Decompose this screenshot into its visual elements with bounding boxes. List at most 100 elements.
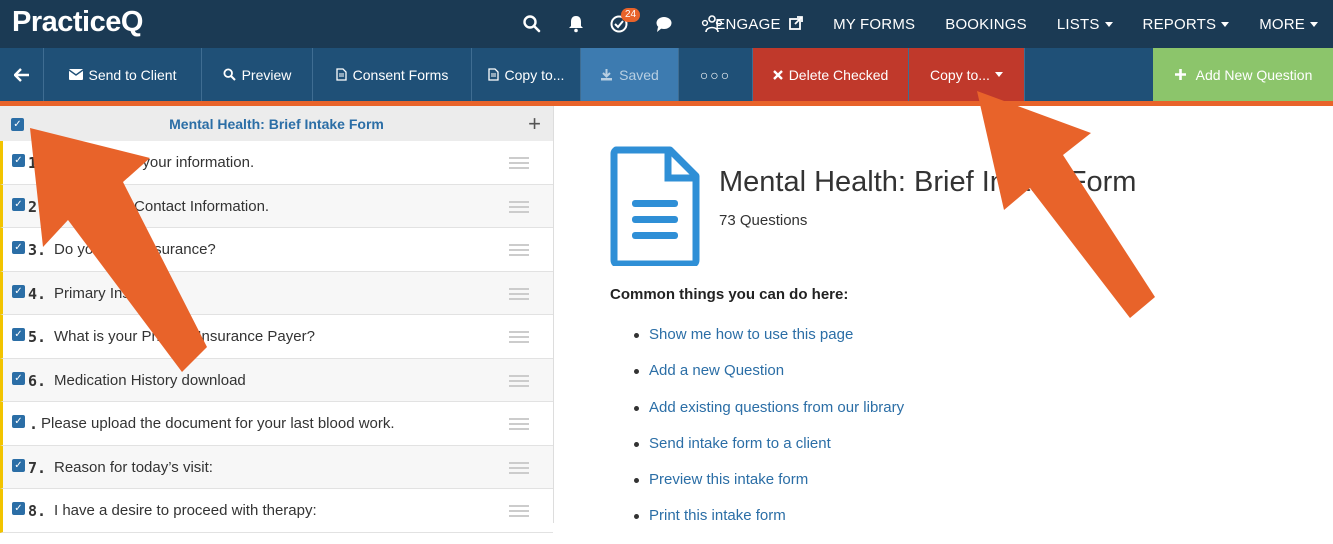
help-link[interactable]: Add existing questions from our library — [633, 399, 904, 435]
question-number: 8. — [28, 502, 47, 520]
add-new-question-label: Add New Question — [1195, 66, 1313, 83]
question-number: 2. — [28, 197, 47, 216]
help-link[interactable]: Print this intake form — [633, 507, 904, 543]
delete-checked-label: Delete Checked — [788, 66, 889, 83]
question-checkbox[interactable]: ✓ — [12, 502, 25, 515]
preview-label: Preview — [241, 66, 292, 83]
drag-handle-icon[interactable] — [509, 200, 529, 213]
question-count: 73 Questions — [719, 212, 808, 229]
question-text: Emergency Contact Information. — [54, 197, 270, 215]
nav-bookings[interactable]: BOOKINGS — [930, 16, 1042, 33]
caret-down-icon — [1221, 22, 1230, 28]
add-new-question-button[interactable]: Add New Question — [1153, 48, 1333, 101]
form-toolbar: Send to Client Preview Consent Forms Cop… — [0, 48, 1333, 101]
question-row[interactable]: ✓ 5. What is your Primary Insurance Payer? — [0, 315, 553, 359]
common-actions-heading: Common things you can do here: — [610, 286, 849, 303]
search-icon — [223, 68, 236, 81]
question-text: Please upload the document for your last… — [41, 415, 395, 432]
drag-handle-icon[interactable] — [509, 157, 529, 169]
plus-icon[interactable]: + — [528, 111, 541, 137]
send-to-client-button[interactable]: Send to Client — [44, 48, 202, 101]
form-detail-panel: Mental Health: Brief Intake Form 73 Ques… — [554, 106, 1333, 524]
nav-links: ENGAGE MY FORMS BOOKINGS LISTS REPORTS M… — [700, 0, 1333, 48]
question-checkbox[interactable]: ✓ — [12, 415, 25, 428]
back-button[interactable] — [0, 48, 44, 101]
chat-icon[interactable] — [654, 14, 674, 34]
question-number: 1. — [28, 154, 47, 172]
question-row[interactable]: ✓ 2. Emergency Contact Information. — [0, 184, 553, 228]
question-row[interactable]: ✓ 8. I have a desire to proceed with thera… — [0, 489, 553, 533]
question-number: 5. — [28, 328, 47, 346]
help-link[interactable]: Add a new Question — [633, 362, 904, 398]
nav-lists[interactable]: LISTS — [1042, 16, 1128, 33]
question-row[interactable]: ✓ 7. Reason for today’s visit: — [0, 445, 553, 489]
form-title: Mental Health: Brief Intake Form — [719, 166, 1137, 198]
saved-label: Saved — [619, 66, 659, 83]
drag-handle-icon[interactable] — [509, 287, 529, 300]
send-to-client-label: Send to Client — [88, 66, 177, 83]
drag-handle-icon[interactable] — [509, 374, 529, 387]
nav-reports[interactable]: REPORTS — [1128, 16, 1245, 33]
question-number: . — [29, 415, 39, 433]
drag-handle-icon[interactable] — [509, 331, 529, 343]
question-checkbox[interactable]: ✓ — [12, 458, 25, 472]
nav-my-forms[interactable]: MY FORMS — [818, 16, 930, 33]
question-text: Reason for today’s visit: — [54, 458, 213, 476]
more-options-button[interactable]: ○○○ — [679, 48, 753, 101]
question-text: Primary Insurance — [54, 284, 176, 302]
copy-to-dropdown-label: Copy to... — [930, 66, 990, 83]
document-icon — [335, 68, 347, 81]
question-checkbox[interactable]: ✓ — [12, 328, 25, 341]
practiceq-logo[interactable]: PracticeQ — [12, 6, 143, 39]
search-icon[interactable] — [522, 14, 542, 34]
question-row[interactable]: ✓ 4. Primary Insurance — [0, 271, 553, 315]
drag-handle-icon[interactable] — [509, 418, 529, 430]
question-checkbox[interactable]: ✓ — [12, 154, 25, 167]
question-checkbox[interactable]: ✓ — [12, 371, 25, 385]
envelope-icon — [68, 69, 83, 80]
question-checkbox[interactable]: ✓ — [12, 241, 25, 254]
question-number: 3. — [28, 241, 47, 259]
question-row[interactable]: ✓ 1. Please enter your information. — [0, 141, 553, 185]
help-link[interactable]: Show me how to use this page — [633, 326, 904, 362]
question-number: 4. — [28, 284, 47, 303]
copy-to-button[interactable]: Copy to... — [472, 48, 581, 101]
nav-engage[interactable]: ENGAGE — [700, 16, 818, 33]
question-text: Medication History download — [54, 371, 246, 389]
bell-icon[interactable] — [566, 14, 586, 34]
question-list-header: ✓ Mental Health: Brief Intake Form + — [0, 106, 553, 141]
arrow-left-icon — [13, 67, 29, 82]
question-checkbox[interactable]: ✓ — [12, 284, 25, 298]
caret-down-icon — [1104, 22, 1113, 28]
form-name-header: Mental Health: Brief Intake Form — [169, 116, 384, 132]
nav-more-label: MORE — [1259, 15, 1305, 33]
help-link[interactable]: Preview this intake form — [633, 471, 904, 507]
document-icon — [487, 68, 499, 81]
plus-icon — [1174, 69, 1186, 80]
nav-reports-label: REPORTS — [1142, 15, 1217, 33]
question-list-panel: ✓ Mental Health: Brief Intake Form + ✓ 1.… — [0, 106, 554, 533]
question-row[interactable]: ✓. Please upload the document for your la… — [0, 402, 553, 446]
caret-down-icon — [1310, 22, 1318, 28]
consent-forms-button[interactable]: Consent Forms — [313, 48, 472, 101]
question-checkbox[interactable]: ✓ — [12, 197, 25, 211]
copy-to-dropdown-button[interactable]: Copy to... — [909, 48, 1025, 101]
question-row[interactable]: ✓ 6. Medication History download — [0, 358, 553, 402]
nav-more[interactable]: MORE — [1244, 16, 1333, 33]
delete-checked-button[interactable]: Delete Checked — [753, 48, 909, 101]
nav-engage-label: ENGAGE — [715, 15, 781, 33]
saved-button[interactable]: Saved — [581, 48, 679, 101]
consent-forms-label: Consent Forms — [352, 66, 449, 83]
question-row[interactable]: ✓ 3. Do you have insurance? — [0, 228, 553, 272]
preview-button[interactable]: Preview — [202, 48, 313, 101]
question-number: 6. — [28, 371, 47, 390]
drag-handle-icon[interactable] — [509, 461, 529, 474]
drag-handle-icon[interactable] — [509, 244, 529, 256]
question-text: Please enter your information. — [54, 154, 255, 171]
question-text: What is your Primary Insurance Payer? — [54, 328, 315, 345]
x-icon — [772, 69, 783, 80]
help-link[interactable]: Send intake form to a client — [633, 435, 904, 471]
document-icon — [610, 146, 700, 266]
drag-handle-icon[interactable] — [509, 505, 529, 517]
top-nav: PracticeQ 24 ENGAGE MY FORMS BOOKINGS LI — [0, 0, 1333, 48]
